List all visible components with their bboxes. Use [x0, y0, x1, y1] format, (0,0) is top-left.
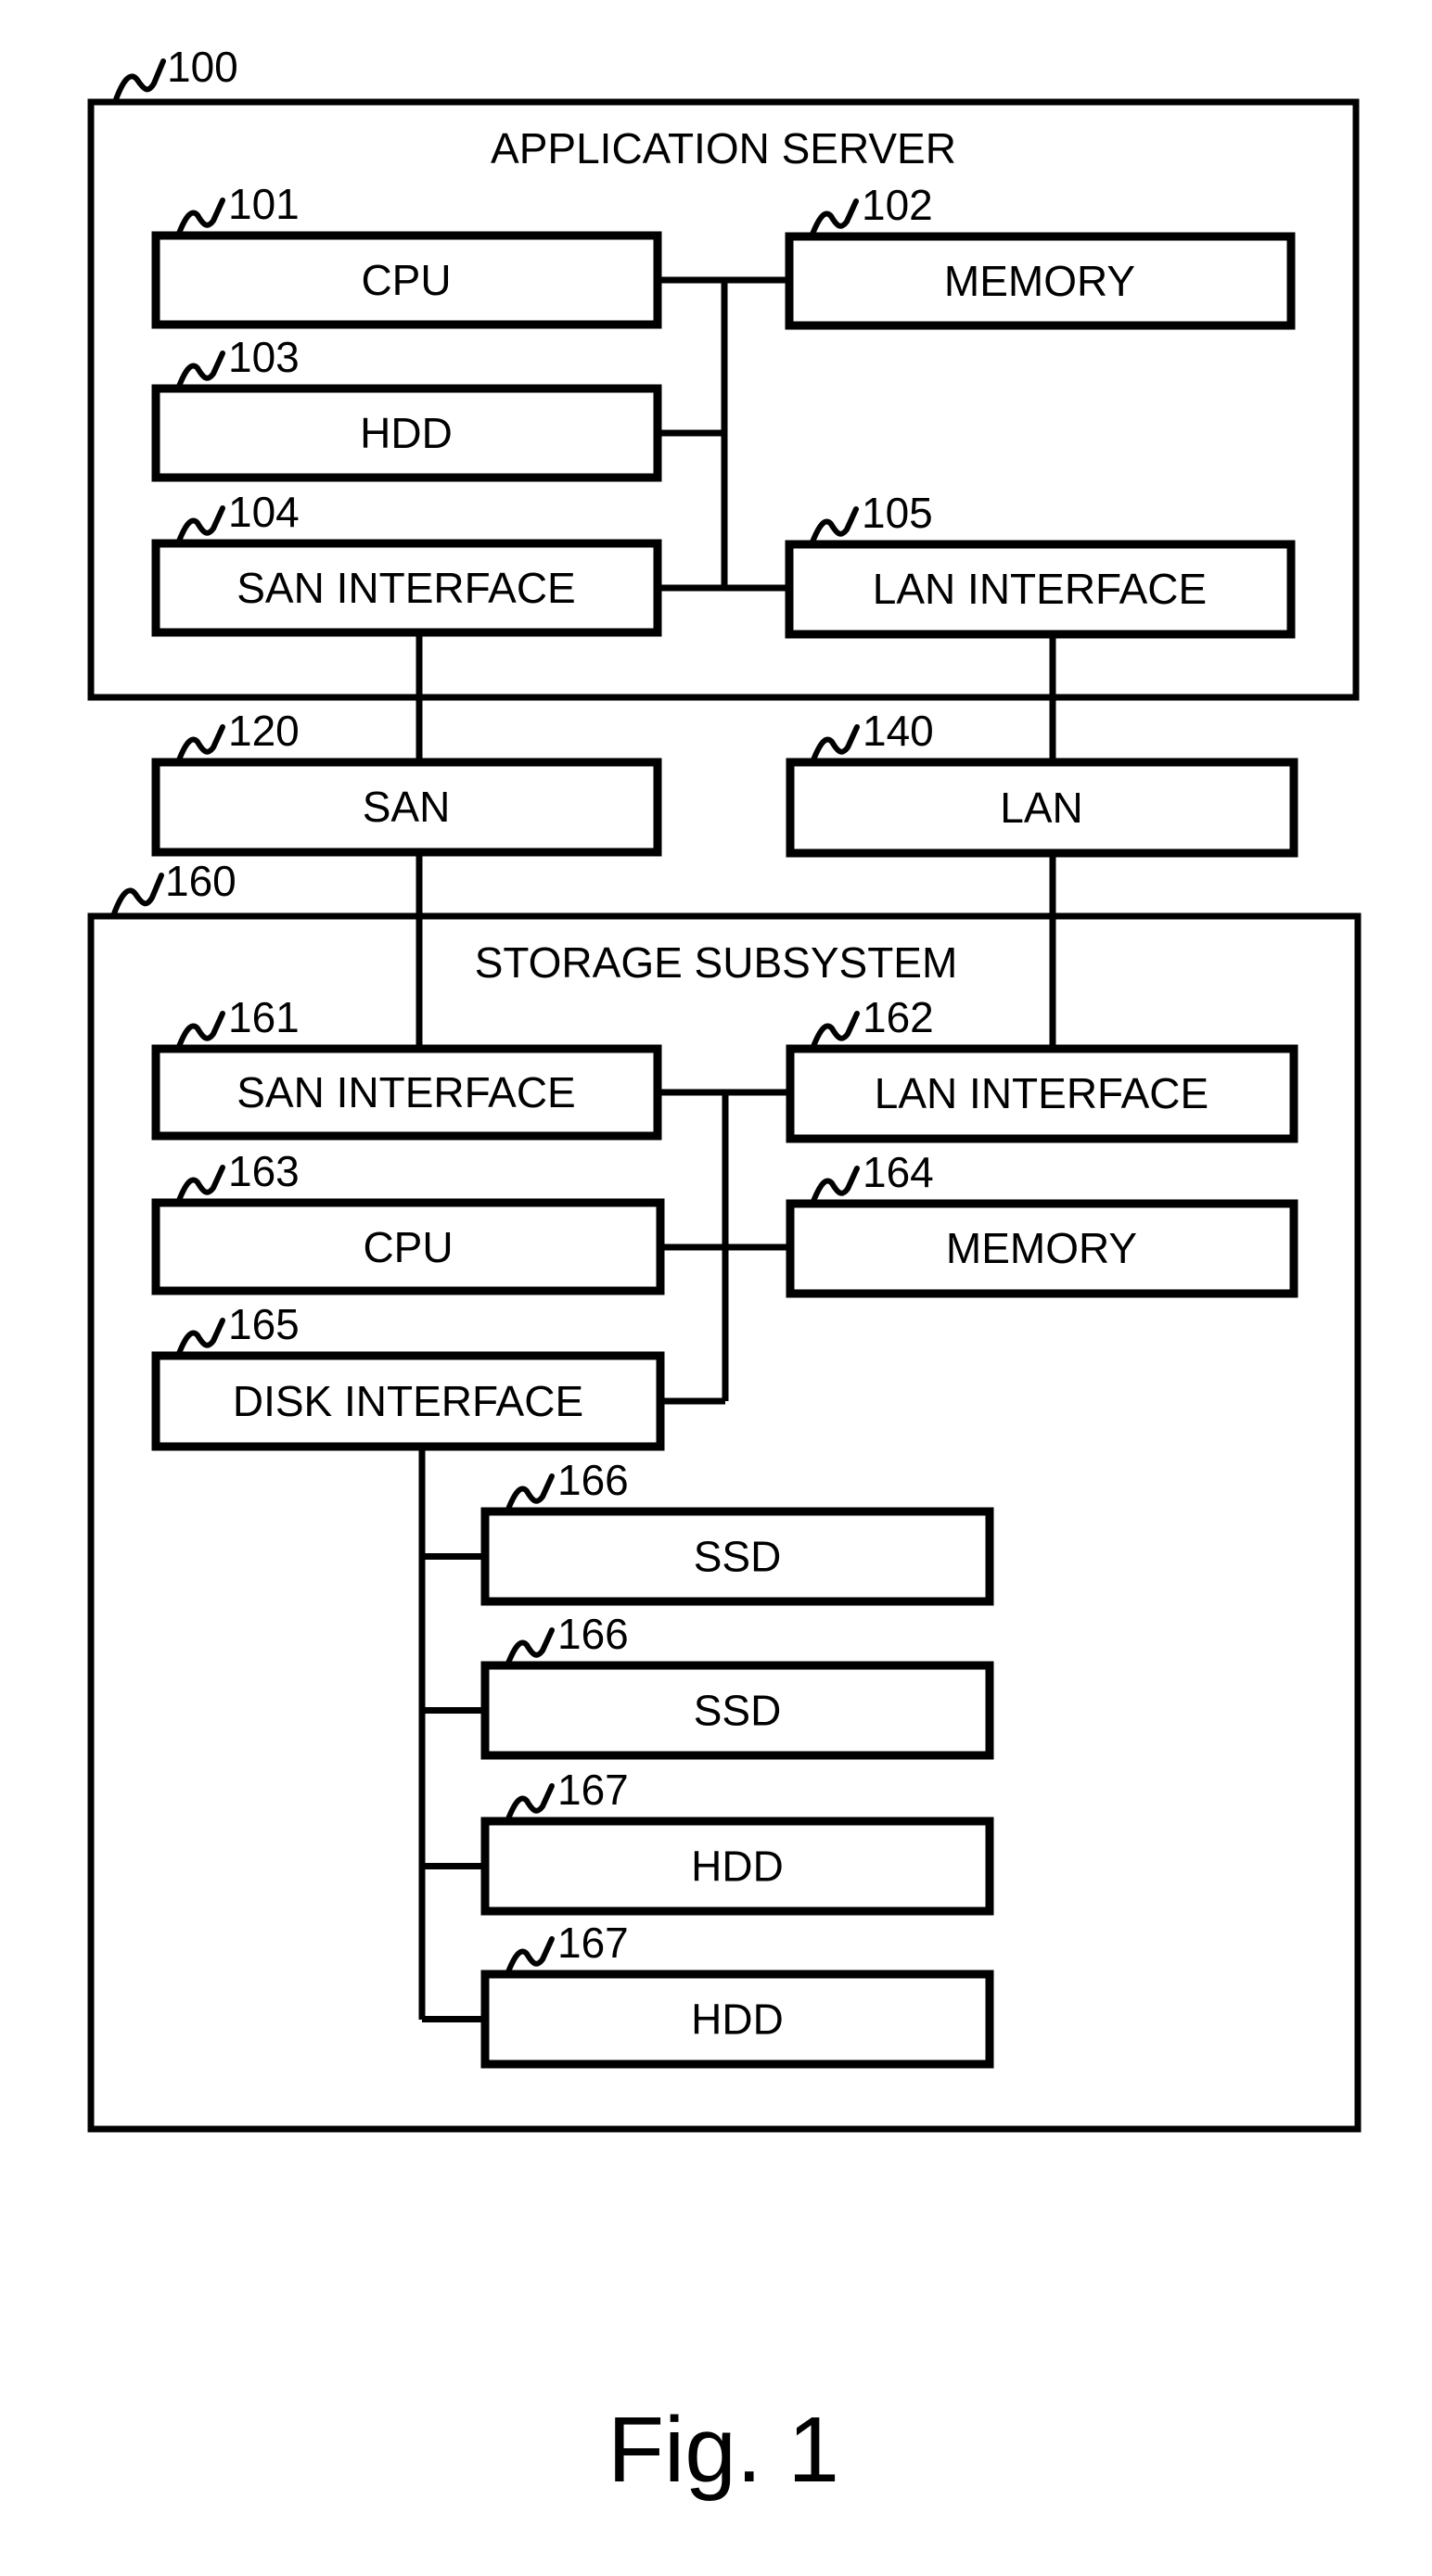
ref-leader-icon — [809, 198, 859, 239]
ref-leader-icon — [810, 724, 860, 765]
drive-ssd-166: SSD 166 — [422, 1610, 994, 1760]
application-server-title: APPLICATION SERVER — [491, 124, 956, 172]
drive-label: HDD — [691, 1996, 784, 2044]
lan-label: LAN — [1000, 784, 1082, 832]
component-memory-164: MEMORY 164 — [786, 1148, 1298, 1298]
application-server: 100 APPLICATION SERVER CPU 101 MEMORY 10… — [87, 43, 1360, 701]
ref-160: 160 — [165, 857, 237, 905]
ref-102: 102 — [862, 181, 933, 229]
drive-list: SSD 166 SSD 166 HDD 167 HDD 167 — [422, 1456, 994, 2069]
ref-120: 120 — [228, 707, 300, 755]
ref-leader-icon — [110, 873, 164, 919]
ref-leader-icon — [505, 1936, 555, 1977]
ref-leader-icon — [175, 1165, 225, 1205]
hdd-label: HDD — [360, 409, 453, 457]
ref-leader-icon — [175, 724, 225, 765]
component-cpu-101: CPU 101 — [151, 180, 662, 329]
component-memory-102: MEMORY 102 — [785, 181, 1296, 330]
drive-label: HDD — [691, 1843, 784, 1891]
ref-leader-icon — [505, 1627, 555, 1668]
component-san-interface-104: SAN INTERFACE 104 — [151, 488, 662, 637]
ref-105: 105 — [862, 489, 933, 537]
ref-165: 165 — [228, 1300, 300, 1348]
ref-163: 163 — [228, 1147, 300, 1195]
component-disk-interface-165: DISK INTERFACE 165 — [151, 1300, 665, 1451]
storage-subsystem-title: STORAGE SUBSYSTEM — [475, 938, 958, 987]
network-lan-140: LAN 140 — [786, 707, 1298, 858]
san-label: SAN — [363, 783, 451, 831]
storage-subsystem: 160 STORAGE SUBSYSTEM SAN INTERFACE 161 … — [87, 857, 1362, 2133]
ref-leader-icon — [112, 58, 166, 105]
ref-leader-icon — [175, 1318, 225, 1358]
drive-label: SSD — [694, 1687, 782, 1735]
drive-label: SSD — [694, 1533, 782, 1581]
component-san-interface-161: SAN INTERFACE 161 — [151, 993, 662, 1141]
component-lan-interface-105: LAN INTERFACE 105 — [785, 489, 1296, 639]
ref-leader-icon — [809, 506, 859, 547]
ref-164: 164 — [863, 1148, 934, 1196]
ref-166: 166 — [557, 1456, 629, 1504]
ref-162: 162 — [863, 993, 934, 1041]
ref-167: 167 — [557, 1766, 629, 1814]
network-san-120: SAN 120 — [151, 707, 662, 857]
ref-161: 161 — [228, 993, 300, 1041]
ref-103: 103 — [228, 333, 300, 381]
figure-caption: Fig. 1 — [607, 2398, 839, 2502]
ref-leader-icon — [810, 1011, 860, 1052]
component-lan-interface-162: LAN INTERFACE 162 — [786, 993, 1298, 1143]
cpu-label: CPU — [363, 1223, 453, 1271]
disk-interface-label: DISK INTERFACE — [233, 1377, 583, 1425]
ref-leader-icon — [505, 1473, 555, 1514]
cpu-label: CPU — [361, 256, 451, 304]
san-interface-label: SAN INTERFACE — [237, 1068, 576, 1116]
ref-leader-icon — [175, 505, 225, 546]
ref-167: 167 — [557, 1919, 629, 1967]
ref-104: 104 — [228, 488, 300, 536]
drive-hdd-167: HDD 167 — [422, 1919, 994, 2069]
ref-leader-icon — [810, 1166, 860, 1206]
ref-leader-icon — [175, 351, 225, 391]
drive-hdd-167: HDD 167 — [422, 1766, 994, 1916]
ref-140: 140 — [863, 707, 934, 755]
lan-interface-label: LAN INTERFACE — [873, 565, 1207, 613]
san-interface-label: SAN INTERFACE — [237, 564, 576, 612]
lan-interface-label: LAN INTERFACE — [875, 1069, 1208, 1117]
ref-leader-icon — [175, 198, 225, 238]
drive-ssd-166: SSD 166 — [422, 1456, 994, 1606]
ref-101: 101 — [228, 180, 300, 228]
ref-166: 166 — [557, 1610, 629, 1658]
component-cpu-163: CPU 163 — [151, 1147, 665, 1295]
system-block-diagram: 100 APPLICATION SERVER CPU 101 MEMORY 10… — [87, 43, 1362, 2502]
ref-leader-icon — [175, 1011, 225, 1052]
ref-100: 100 — [167, 43, 238, 91]
ref-leader-icon — [505, 1783, 555, 1824]
memory-label: MEMORY — [946, 1224, 1137, 1272]
memory-label: MEMORY — [944, 257, 1135, 305]
component-hdd-103: HDD 103 — [151, 333, 662, 482]
